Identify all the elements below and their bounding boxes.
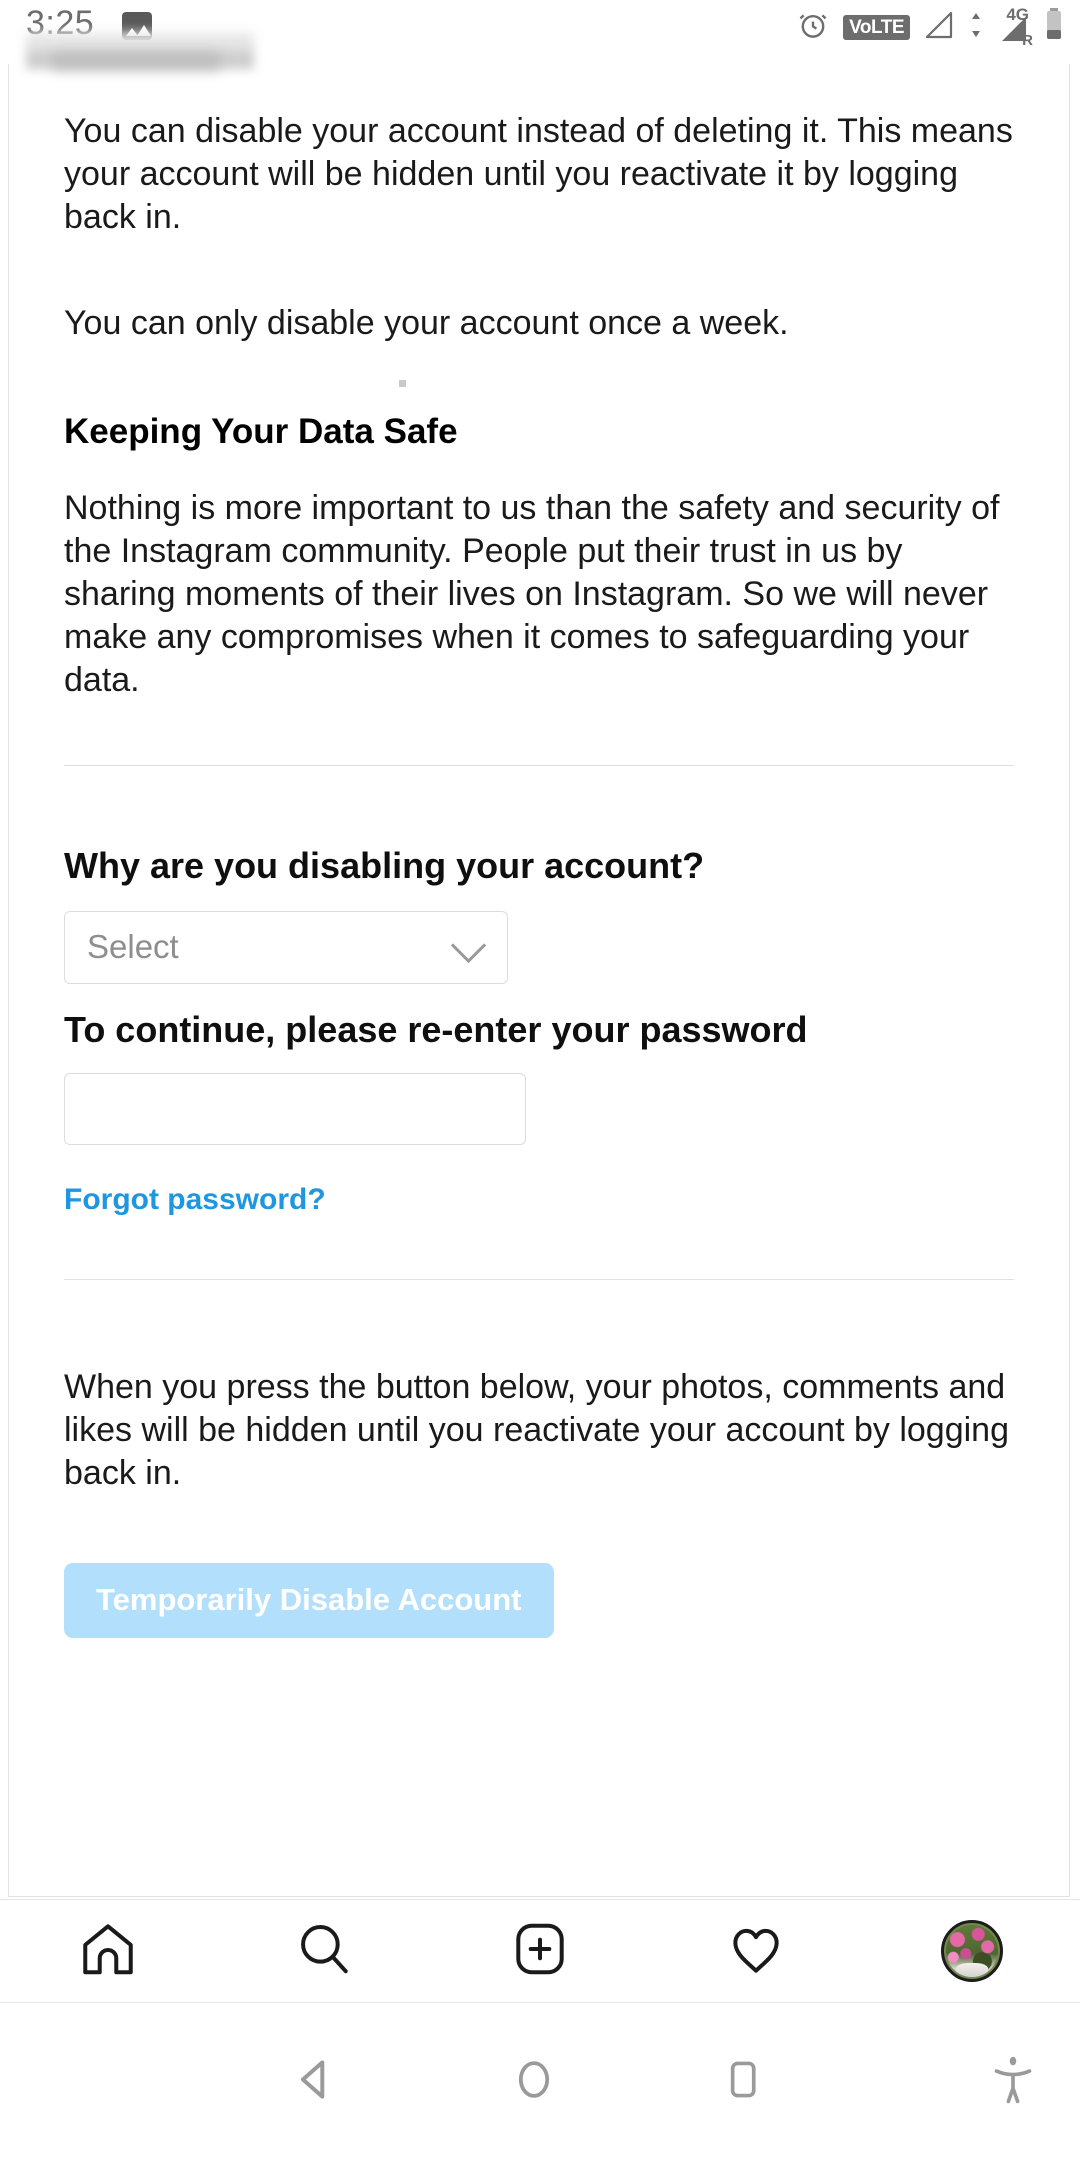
forgot-password-link[interactable]: Forgot password?: [64, 1183, 326, 1217]
signal-icon: [923, 10, 955, 45]
redacted-region-secondary: [52, 52, 220, 70]
reason-question-label: Why are you disabling your account?: [64, 844, 705, 886]
data-safe-heading: Keeping Your Data Safe: [64, 411, 458, 451]
alarm-icon: [796, 8, 830, 47]
home-circle-icon: [510, 2055, 558, 2108]
signal-4g-icon: 4G R: [997, 5, 1033, 49]
avatar-person: [956, 1963, 988, 1977]
page-content: You can disable your account instead of …: [9, 64, 1069, 1639]
android-back-button[interactable]: [290, 2054, 340, 2109]
recents-square-icon: [720, 2056, 766, 2107]
chevron-down-icon: [450, 928, 487, 964]
heart-icon: [725, 1918, 787, 1985]
network-type-label: 4G: [1006, 4, 1029, 24]
status-bar-right-icons: VoLTE 4G R: [796, 5, 1064, 49]
webview-container: You can disable your account instead of …: [8, 64, 1070, 1897]
home-icon: [77, 1918, 139, 1985]
accessibility-icon: [990, 2054, 1036, 2109]
volte-badge: VoLTE: [843, 14, 910, 41]
avatar-image: [946, 1925, 998, 1977]
plus-square-icon: [509, 1918, 571, 1985]
tab-create[interactable]: [460, 1899, 620, 2003]
data-safe-paragraph: Nothing is more important to us than the…: [64, 488, 1000, 700]
password-prompt-label: To continue, please re-enter your passwo…: [64, 1008, 808, 1050]
tab-home[interactable]: [28, 1899, 188, 2003]
android-accessibility-button[interactable]: [990, 2054, 1036, 2109]
status-bar: 3:25 VoLTE 4G R: [0, 0, 1080, 70]
instagram-tab-bar: [0, 1899, 1080, 2003]
data-transfer-icon: [968, 10, 984, 45]
intro-paragraph: You can disable your account instead of …: [64, 112, 1013, 237]
render-artifact: [399, 380, 406, 387]
search-icon: [293, 1918, 355, 1985]
disable-reason-select[interactable]: Select: [64, 910, 508, 984]
roaming-label: R: [1022, 31, 1033, 49]
tab-profile[interactable]: [892, 1899, 1052, 2003]
android-recents-button[interactable]: [720, 2056, 766, 2107]
android-navigation-bar: [0, 2003, 1080, 2160]
back-triangle-icon: [290, 2054, 340, 2109]
disable-reason-select-value: Select: [87, 928, 179, 966]
password-input[interactable]: [64, 1072, 526, 1145]
weekly-limit-paragraph: You can only disable your account once a…: [64, 303, 789, 342]
battery-icon: [1044, 8, 1064, 47]
tab-activity[interactable]: [676, 1899, 836, 2003]
android-home-button[interactable]: [510, 2055, 558, 2108]
temporarily-disable-account-button[interactable]: Temporarily Disable Account: [64, 1563, 554, 1639]
avatar: [941, 1920, 1003, 1982]
tab-search[interactable]: [244, 1899, 404, 2003]
disable-warning-paragraph: When you press the button below, your ph…: [64, 1367, 1009, 1493]
